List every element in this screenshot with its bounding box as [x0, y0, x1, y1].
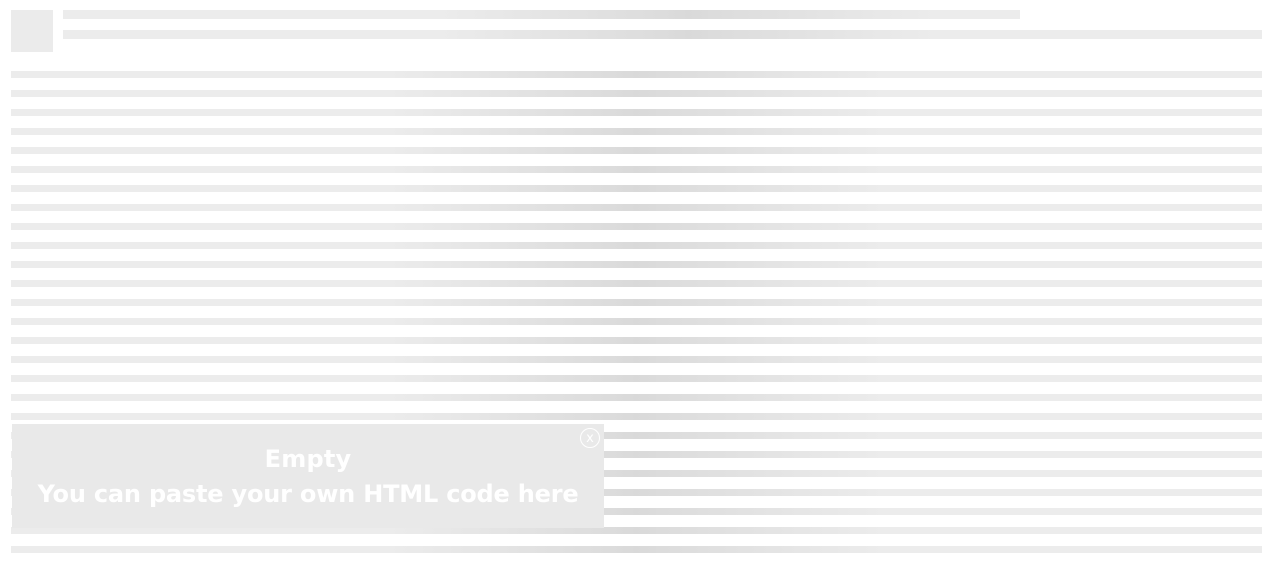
- text-line-placeholder: [11, 413, 1262, 420]
- text-line-placeholder: [11, 527, 1262, 534]
- subtitle-line-placeholder: [63, 30, 1262, 39]
- text-line-placeholder: [11, 337, 1262, 344]
- text-line-placeholder: [11, 318, 1262, 325]
- text-line-placeholder: [11, 147, 1262, 154]
- text-line-placeholder: [11, 375, 1262, 382]
- text-line-placeholder: [11, 356, 1262, 363]
- text-line-placeholder: [11, 546, 1262, 553]
- text-line-placeholder: [11, 299, 1262, 306]
- text-line-placeholder: [11, 71, 1262, 78]
- text-line-placeholder: [11, 204, 1262, 211]
- popup-title: Empty: [264, 445, 352, 473]
- text-line-placeholder: [11, 90, 1262, 97]
- text-line-placeholder: [11, 166, 1262, 173]
- text-line-placeholder: [11, 280, 1262, 287]
- close-icon: x: [586, 430, 594, 446]
- popup-message: You can paste your own HTML code here: [37, 480, 579, 508]
- text-line-placeholder: [11, 185, 1262, 192]
- text-line-placeholder: [11, 128, 1262, 135]
- text-line-placeholder: [11, 242, 1262, 249]
- avatar-placeholder: [11, 10, 53, 52]
- close-button[interactable]: x: [580, 428, 600, 448]
- title-line-placeholder: [63, 10, 1020, 19]
- empty-content-popup: Empty You can paste your own HTML code h…: [12, 424, 604, 528]
- text-line-placeholder: [11, 223, 1262, 230]
- text-line-placeholder: [11, 261, 1262, 268]
- text-line-placeholder: [11, 109, 1262, 116]
- text-line-placeholder: [11, 394, 1262, 401]
